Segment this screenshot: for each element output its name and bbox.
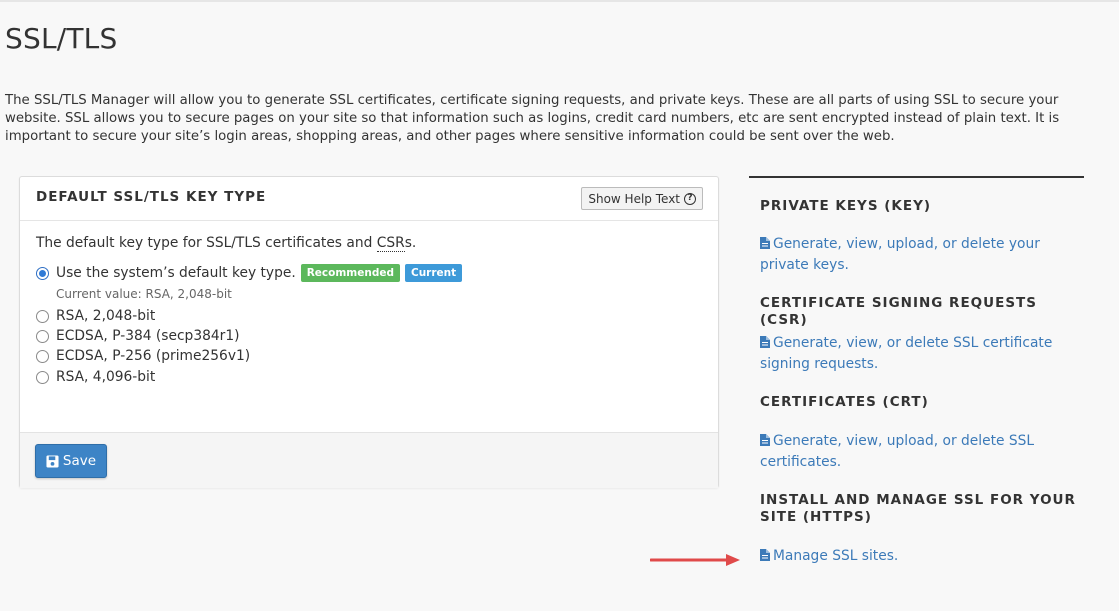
panel-title: DEFAULT SSL/TLS KEY TYPE bbox=[36, 189, 267, 205]
sidebar-divider bbox=[749, 176, 1084, 178]
manage-ssl-sites-link[interactable]: Manage SSL sites. bbox=[760, 546, 1080, 567]
current-value-text: Current value: RSA, 2,048-bit bbox=[56, 287, 232, 301]
certificates-heading: CERTIFICATES (CRT) bbox=[760, 394, 929, 410]
option-rsa-2048[interactable]: RSA, 2,048-bit bbox=[36, 308, 155, 324]
show-help-text-button[interactable]: Show Help Text ? bbox=[581, 187, 703, 210]
panel-header: DEFAULT SSL/TLS KEY TYPE Show Help Text … bbox=[20, 177, 718, 221]
radio-rsa-4096[interactable] bbox=[36, 370, 49, 384]
csr-heading: CERTIFICATE SIGNING REQUESTS (CSR) bbox=[760, 295, 1037, 328]
description-text: The default key type for SSL/TLS certifi… bbox=[36, 235, 377, 251]
panel-footer: Save bbox=[20, 432, 718, 488]
key-type-description: The default key type for SSL/TLS certifi… bbox=[36, 235, 417, 252]
option-label: Use the system’s default key type. bbox=[56, 265, 296, 281]
save-icon bbox=[46, 454, 59, 468]
option-rsa-4096[interactable]: RSA, 4,096-bit bbox=[36, 369, 155, 385]
file-icon bbox=[760, 434, 770, 446]
certificates-link[interactable]: Generate, view, upload, or delete SSL ce… bbox=[760, 431, 1080, 473]
option-ecdsa-p256[interactable]: ECDSA, P-256 (prime256v1) bbox=[36, 348, 250, 364]
csr-link[interactable]: Generate, view, or delete SSL certificat… bbox=[760, 333, 1080, 375]
radio-rsa-2048[interactable] bbox=[36, 309, 49, 323]
radio-ecdsa-p384[interactable] bbox=[36, 329, 49, 343]
description-suffix: s. bbox=[404, 235, 417, 251]
help-button-label: Show Help Text bbox=[588, 191, 680, 206]
option-system-default[interactable]: Use the system’s default key type. Recom… bbox=[36, 264, 463, 282]
page-description: The SSL/TLS Manager will allow you to ge… bbox=[5, 93, 1060, 144]
page-title: SSL/TLS bbox=[5, 22, 118, 55]
current-badge: Current bbox=[404, 264, 463, 282]
manage-ssl-sites-link-text[interactable]: Manage SSL sites. bbox=[773, 548, 898, 564]
csr-abbreviation: CSR bbox=[376, 235, 405, 252]
private-keys-link[interactable]: Generate, view, upload, or delete your p… bbox=[760, 234, 1080, 276]
red-arrow-annotation bbox=[650, 554, 740, 566]
csr-link-text[interactable]: Generate, view, or delete SSL certificat… bbox=[760, 335, 1052, 372]
question-circle-icon: ? bbox=[684, 192, 696, 205]
default-key-type-panel: DEFAULT SSL/TLS KEY TYPE Show Help Text … bbox=[19, 176, 719, 488]
option-ecdsa-p384[interactable]: ECDSA, P-384 (secp384r1) bbox=[36, 328, 239, 344]
panel-body: The default key type for SSL/TLS certifi… bbox=[20, 221, 718, 432]
private-keys-heading: PRIVATE KEYS (KEY) bbox=[760, 198, 932, 214]
file-icon bbox=[760, 237, 770, 249]
private-keys-link-text[interactable]: Generate, view, upload, or delete your p… bbox=[760, 236, 1040, 273]
option-label: RSA, 4,096-bit bbox=[56, 369, 156, 385]
save-button[interactable]: Save bbox=[35, 444, 107, 478]
save-button-label: Save bbox=[62, 453, 97, 469]
recommended-badge: Recommended bbox=[300, 264, 400, 282]
option-label: ECDSA, P-384 (secp384r1) bbox=[56, 328, 240, 344]
certificates-link-text[interactable]: Generate, view, upload, or delete SSL ce… bbox=[760, 433, 1034, 470]
radio-system-default[interactable] bbox=[36, 266, 49, 280]
file-icon bbox=[760, 549, 770, 561]
option-label: RSA, 2,048-bit bbox=[56, 308, 156, 324]
file-icon bbox=[760, 336, 770, 348]
radio-ecdsa-p256[interactable] bbox=[36, 349, 49, 363]
install-ssl-heading: INSTALL AND MANAGE SSL FOR YOUR SITE (HT… bbox=[760, 492, 1076, 525]
top-divider bbox=[0, 0, 1119, 2]
option-label: ECDSA, P-256 (prime256v1) bbox=[56, 348, 251, 364]
sidebar: PRIVATE KEYS (KEY) Generate, view, uploa… bbox=[749, 176, 1084, 564]
